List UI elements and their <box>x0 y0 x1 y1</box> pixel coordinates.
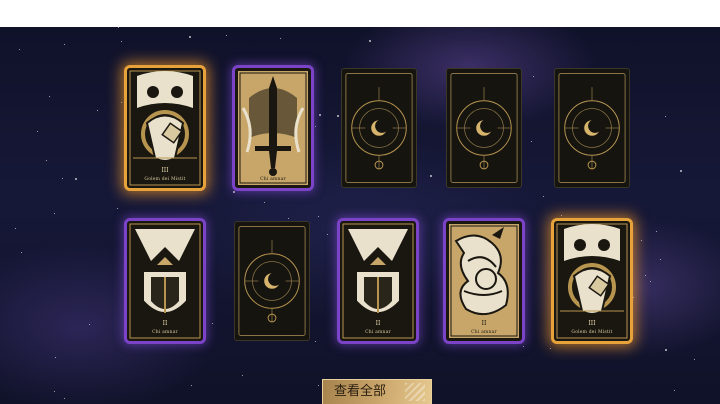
star <box>641 240 642 241</box>
star <box>319 114 321 116</box>
star <box>561 215 562 216</box>
moon-emblem-icon <box>558 72 626 184</box>
view-all-label: 查看全部 <box>334 384 387 399</box>
card-numeral: II <box>375 320 381 327</box>
card-numeral: II <box>270 167 276 174</box>
star <box>327 234 328 235</box>
star <box>54 213 55 214</box>
card-numeral: II <box>162 320 168 327</box>
star <box>226 35 227 36</box>
card-caption: Chi amnar <box>471 330 497 335</box>
card-caption: Chi amnar <box>260 177 286 182</box>
card-r2c5[interactable]: III Golem dei Mistit <box>554 221 630 341</box>
card-r1c2[interactable]: II Chi amnar <box>235 68 311 188</box>
view-all-button[interactable]: 查看全部 <box>322 379 432 404</box>
star <box>232 161 233 162</box>
stripe-decoration <box>405 383 425 401</box>
star <box>118 27 119 28</box>
card-r2c1[interactable]: II Chi amnar <box>127 221 203 341</box>
card-numeral: II <box>481 320 487 327</box>
card-r1c3-back[interactable] <box>341 68 417 188</box>
star <box>288 218 289 219</box>
star <box>656 231 657 232</box>
star <box>191 385 192 386</box>
star <box>523 346 524 347</box>
star <box>189 36 191 38</box>
star <box>680 170 682 172</box>
card-caption: Chi amnar <box>152 330 178 335</box>
star <box>264 202 265 203</box>
star <box>550 348 551 349</box>
card-caption: Golem dei Mistit <box>571 330 613 335</box>
star <box>121 41 122 42</box>
star <box>650 281 651 282</box>
star <box>665 116 666 117</box>
card-r2c4[interactable]: II Chi amnar <box>446 221 522 341</box>
star <box>531 141 532 142</box>
star <box>674 390 675 391</box>
card-caption: Golem dei Mistit <box>144 177 186 182</box>
star <box>46 160 47 161</box>
star <box>665 349 667 351</box>
star <box>694 359 695 360</box>
star <box>62 178 63 179</box>
star <box>280 38 281 39</box>
star <box>64 44 65 45</box>
star <box>315 126 316 127</box>
star <box>204 319 205 320</box>
star <box>233 191 235 193</box>
star <box>533 76 534 77</box>
card-numeral: III <box>161 167 169 174</box>
star <box>318 385 319 386</box>
star <box>37 131 38 132</box>
star <box>75 178 77 180</box>
star <box>633 297 634 298</box>
star <box>645 275 646 276</box>
star <box>15 228 16 229</box>
star <box>89 324 90 325</box>
star <box>242 375 243 376</box>
moon-emblem-icon <box>450 72 518 184</box>
star <box>117 208 118 209</box>
star <box>97 110 98 111</box>
moon-emblem-icon <box>345 72 413 184</box>
star <box>430 175 432 177</box>
star <box>54 391 55 392</box>
card-r1c4-back[interactable] <box>446 68 522 188</box>
star <box>369 40 371 42</box>
star <box>21 252 22 253</box>
card-caption: Chi amnar <box>365 330 391 335</box>
star <box>49 96 50 97</box>
star <box>212 323 213 324</box>
star <box>631 248 632 249</box>
card-r1c5-back[interactable] <box>554 68 630 188</box>
card-r2c2-back[interactable] <box>234 221 310 341</box>
star <box>55 357 56 358</box>
star <box>64 398 65 399</box>
card-r1c1[interactable]: III Golem dei Mistit <box>127 68 203 188</box>
star <box>660 259 661 260</box>
card-r2c3[interactable]: II Chi amnar <box>340 221 416 341</box>
star <box>19 49 20 50</box>
star <box>318 216 319 217</box>
tarot-board: III Golem dei Mistit II Chi amnar II Chi… <box>0 27 720 404</box>
star <box>337 115 339 117</box>
star <box>121 102 122 103</box>
moon-emblem-icon <box>238 225 306 337</box>
card-numeral: III <box>588 320 596 327</box>
star <box>543 196 544 197</box>
star <box>315 341 316 342</box>
